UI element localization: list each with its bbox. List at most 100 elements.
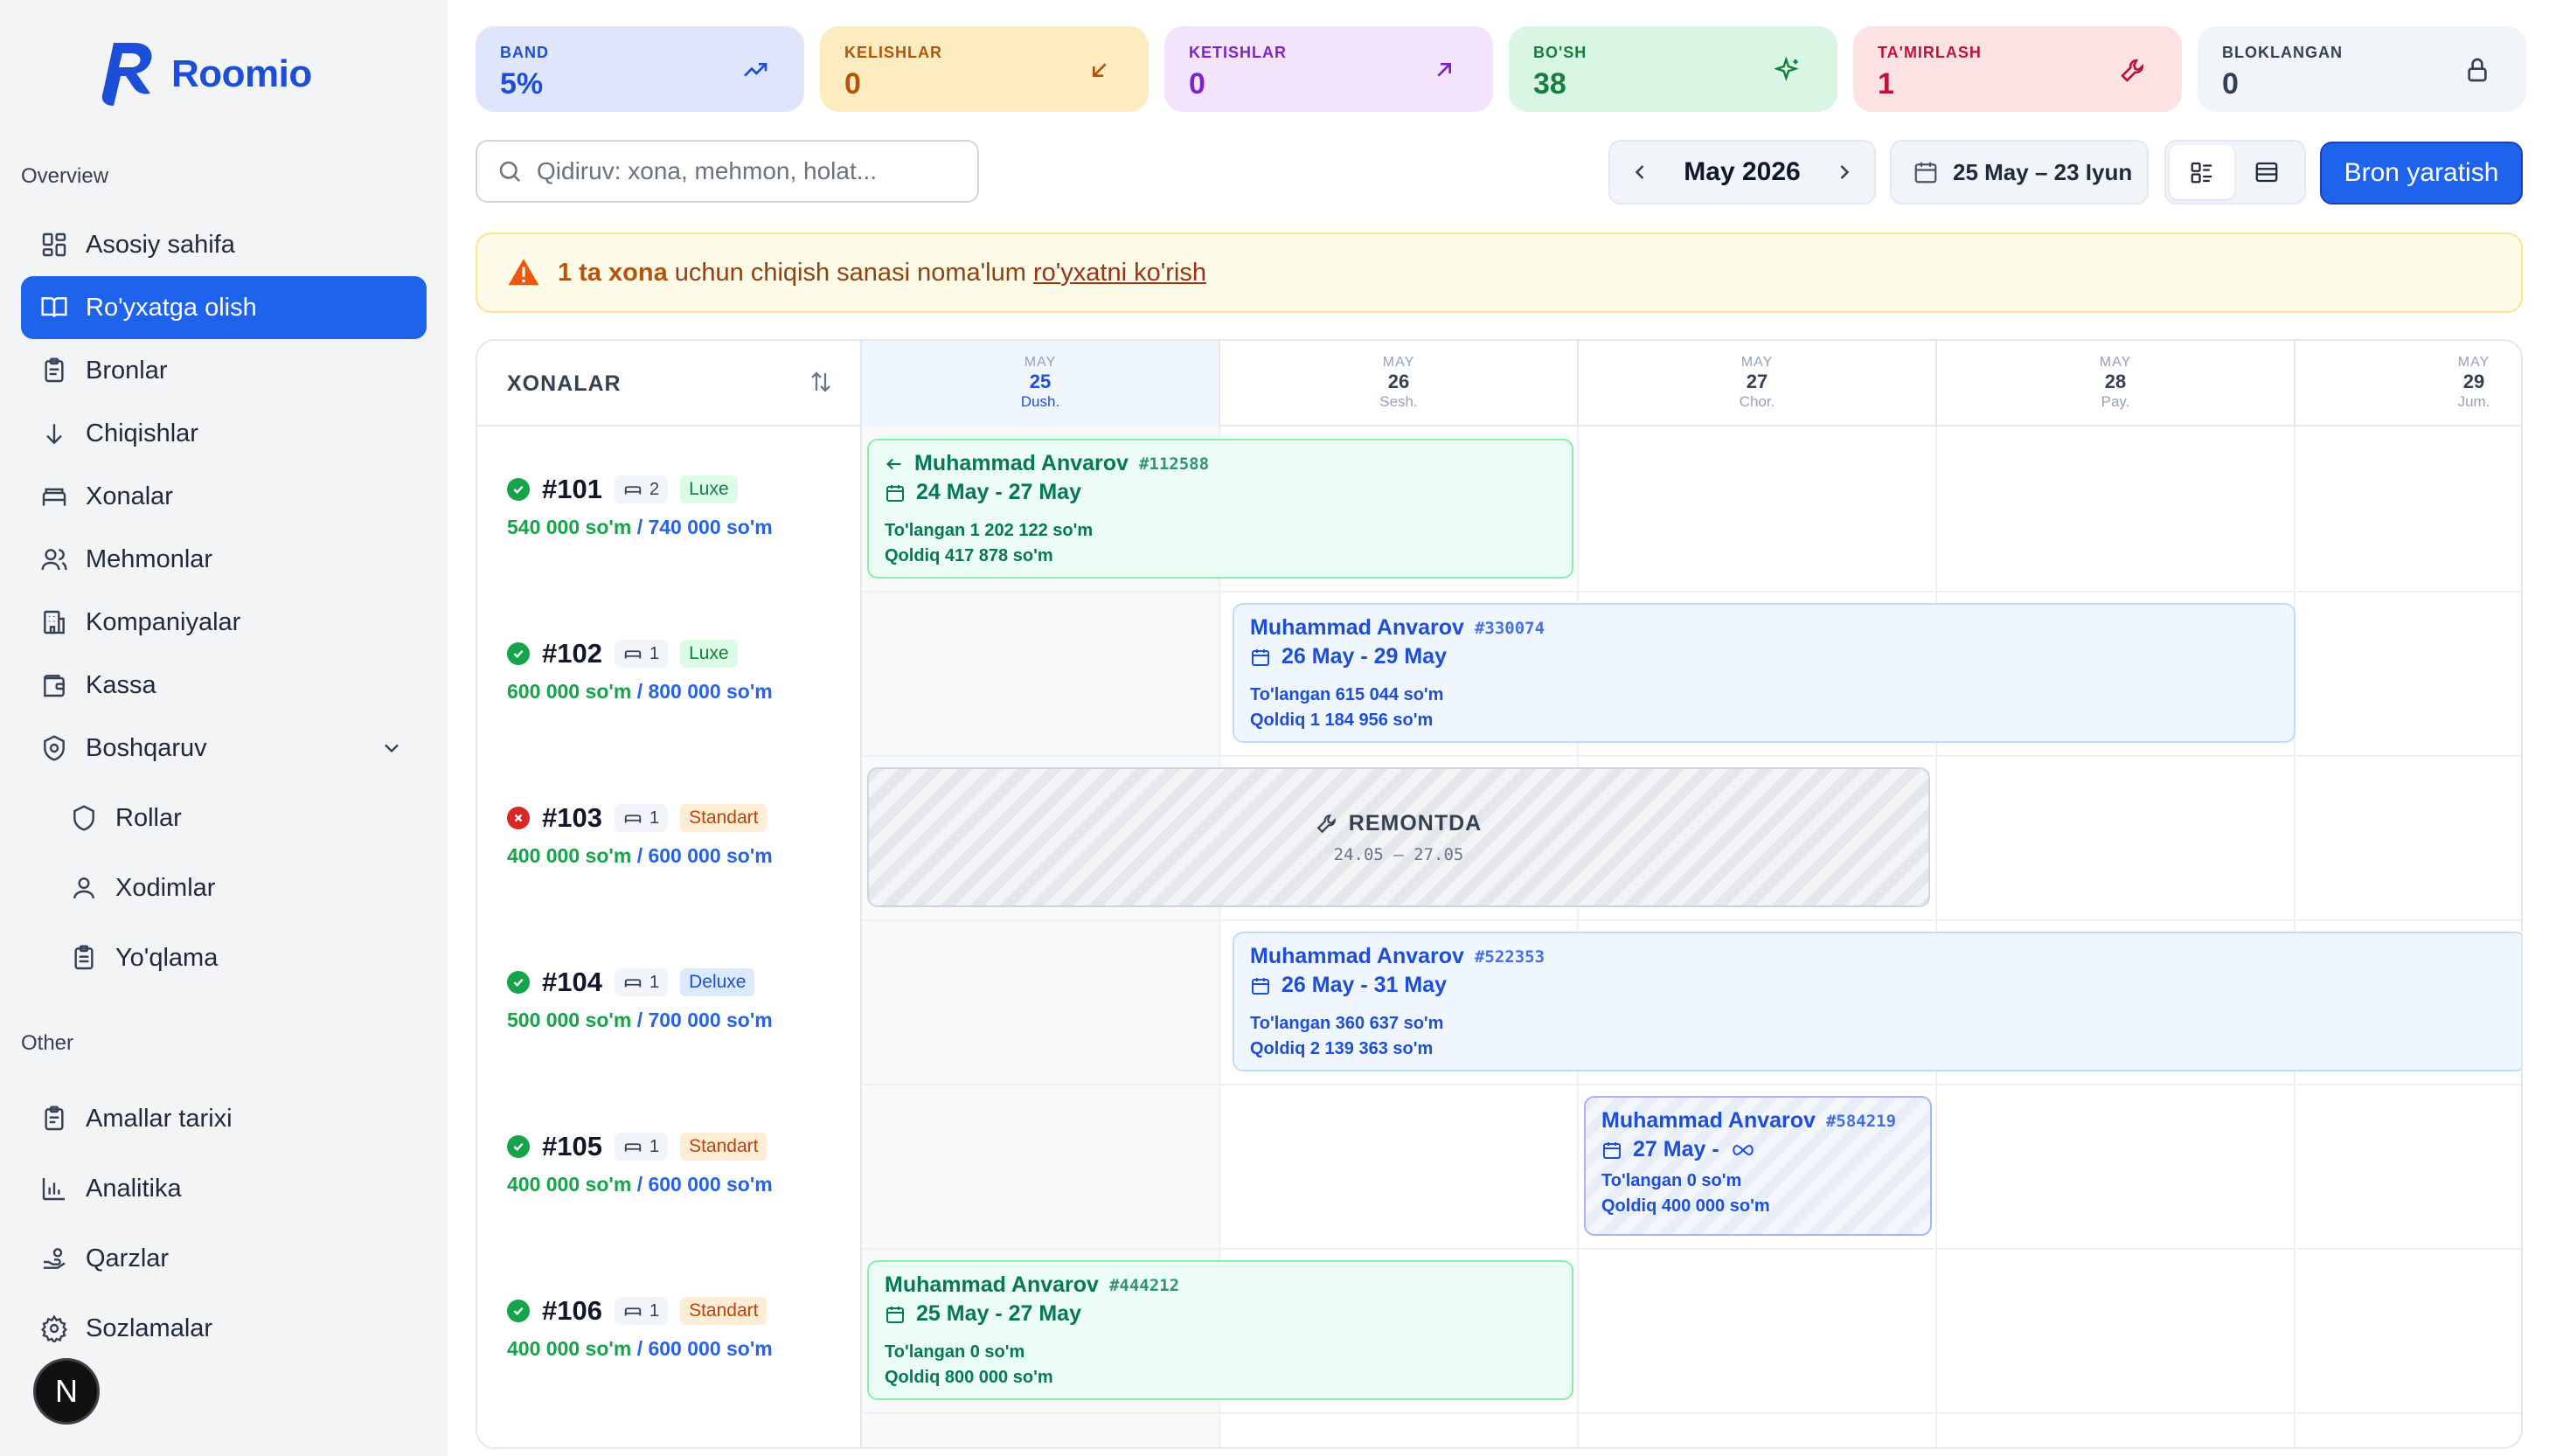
create-booking-button[interactable]: Bron yaratish bbox=[2320, 142, 2523, 205]
chevron-left-icon[interactable] bbox=[1628, 160, 1652, 184]
search-box[interactable] bbox=[476, 140, 979, 203]
stat-value: 5% bbox=[500, 67, 544, 101]
chevron-right-icon[interactable] bbox=[1832, 160, 1857, 184]
stat-label: KETISHLAR bbox=[1189, 44, 1287, 61]
date-range-picker[interactable]: 25 May – 23 Iyun bbox=[1890, 140, 2149, 205]
day-month: MAY bbox=[2457, 355, 2490, 370]
clipboard-check-icon bbox=[70, 944, 98, 972]
sidebar-item-staff[interactable]: Xodimlar bbox=[49, 856, 427, 919]
day-weekday: Dush. bbox=[1020, 393, 1060, 410]
lock-icon bbox=[2468, 58, 2487, 82]
beds-badge: 1 bbox=[614, 804, 669, 832]
sidebar-item-dashboard[interactable]: Asosiy sahifa bbox=[21, 213, 427, 276]
guest-name: Muhammad Anvarov bbox=[1250, 615, 1464, 640]
day-month: MAY bbox=[2099, 355, 2132, 370]
sidebar-item-analytics[interactable]: Analitika bbox=[21, 1157, 427, 1220]
sidebar-item-rooms[interactable]: Xonalar bbox=[21, 465, 427, 528]
sidebar-item-roles[interactable]: Rollar bbox=[49, 787, 427, 849]
price-current: 400 000 so'm bbox=[507, 844, 632, 867]
room-row-104[interactable]: #104 1 Deluxe 500 000 so'm / 700 000 so'… bbox=[507, 965, 857, 1032]
calendar-icon bbox=[1252, 648, 1269, 666]
shield-icon bbox=[70, 804, 98, 832]
room-row-101[interactable]: #101 2 Luxe 540 000 so'm / 740 000 so'm bbox=[507, 472, 857, 539]
sidebar-item-bookings[interactable]: Bronlar bbox=[21, 339, 427, 402]
price-full: / 600 000 so'm bbox=[636, 844, 773, 867]
sidebar-item-attendance[interactable]: Yo'qlama bbox=[49, 926, 427, 989]
alert-view-list-link[interactable]: ro'yxatni ko'rish bbox=[1033, 259, 1206, 287]
booking-id: #584219 bbox=[1825, 1111, 1897, 1131]
guest-name: Muhammad Anvarov bbox=[914, 451, 1129, 475]
room-row-105[interactable]: #105 1 Standart 400 000 so'm / 600 000 s… bbox=[507, 1129, 857, 1196]
room-type-badge: Standart bbox=[680, 804, 767, 832]
sidebar-item-label: Mehmonlar bbox=[86, 544, 213, 573]
chevron-down-icon[interactable] bbox=[379, 736, 404, 767]
booking-paid: To'langan 0 so'm bbox=[1601, 1171, 1742, 1190]
day-number: 25 bbox=[1029, 371, 1052, 392]
overview-section-label: Overview bbox=[21, 164, 109, 188]
room-price: 400 000 so'm / 600 000 so'm bbox=[507, 1337, 857, 1361]
price-current: 400 000 so'm bbox=[507, 1337, 632, 1360]
day-weekday: Jum. bbox=[2457, 393, 2490, 410]
sidebar-item-label: Xonalar bbox=[86, 482, 173, 510]
app-name: Roomio bbox=[171, 52, 312, 95]
room-timeline: XONALAR MAY 25 Dush. MAY 26 Sesh. MAY 27… bbox=[476, 339, 2523, 1449]
arrow-down-icon bbox=[40, 419, 68, 447]
day-month: MAY bbox=[1382, 355, 1415, 370]
sidebar-item-guests[interactable]: Mehmonlar bbox=[21, 528, 427, 591]
room-number: #101 bbox=[542, 474, 602, 504]
calendar-icon bbox=[1603, 1141, 1621, 1159]
booking-card[interactable]: Muhammad Anvarov #522353 26 May - 31 May … bbox=[1233, 932, 2521, 1071]
booking-paid: To'langan 360 637 so'm bbox=[1250, 1014, 1444, 1033]
dashboard-icon bbox=[40, 231, 68, 259]
day-number: 29 bbox=[2462, 371, 2485, 392]
beds-count: 2 bbox=[649, 479, 660, 499]
stat-label: BLOKLANGAN bbox=[2222, 44, 2343, 61]
room-row-106[interactable]: #106 1 Standart 400 000 so'm / 600 000 s… bbox=[507, 1293, 857, 1361]
day-header: MAY 29 Jum. bbox=[2295, 341, 2521, 426]
arrow-down-left-icon bbox=[1093, 63, 1107, 77]
day-header: MAY 27 Chor. bbox=[1579, 341, 1937, 426]
sidebar-item-companies[interactable]: Kompaniyalar bbox=[21, 591, 427, 654]
search-input[interactable] bbox=[537, 157, 956, 185]
alert-count: 1 ta xona bbox=[558, 258, 668, 287]
user-avatar[interactable]: N bbox=[33, 1358, 100, 1425]
infinity-icon bbox=[1732, 1144, 1754, 1155]
guest-name: Muhammad Anvarov bbox=[1250, 944, 1464, 968]
sidebar-item-management[interactable]: Boshqaruv bbox=[21, 717, 427, 780]
sidebar-item-history[interactable]: Amallar tarixi bbox=[21, 1087, 427, 1150]
day-header: MAY 25 Dush. bbox=[862, 341, 1220, 426]
sort-icon[interactable] bbox=[808, 369, 834, 395]
booking-balance: Qoldiq 2 139 363 so'm bbox=[1250, 1039, 1434, 1058]
stat-label: KELISHLAR bbox=[844, 44, 942, 61]
table-view-button[interactable] bbox=[2234, 145, 2299, 199]
booking-card-open-ended[interactable]: Muhammad Anvarov #584219 27 May - To'lang… bbox=[1584, 1096, 1932, 1236]
bed-icon bbox=[624, 486, 642, 495]
timeline-view-button[interactable] bbox=[2170, 145, 2234, 199]
user-icon bbox=[70, 874, 98, 902]
beds-count: 1 bbox=[649, 972, 660, 992]
booking-card[interactable]: Muhammad Anvarov #330074 26 May - 29 May … bbox=[1233, 603, 2295, 743]
sidebar-item-label: Chiqishlar bbox=[86, 419, 198, 447]
booking-id: #522353 bbox=[1474, 946, 1545, 967]
booking-card[interactable]: Muhammad Anvarov #112588 24 May - 27 May … bbox=[867, 439, 1573, 579]
bar-chart-icon bbox=[40, 1175, 68, 1203]
app-logo[interactable]: Roomio bbox=[98, 35, 312, 114]
stat-value: 0 bbox=[844, 67, 861, 101]
sidebar-item-debts[interactable]: Qarzlar bbox=[21, 1227, 427, 1290]
trending-up-icon bbox=[744, 63, 767, 77]
room-row-103[interactable]: #103 1 Standart 400 000 so'm / 600 000 s… bbox=[507, 801, 857, 868]
sidebar-item-registration[interactable]: Ro'yxatga olish bbox=[21, 276, 427, 339]
sidebar-item-checkouts[interactable]: Chiqishlar bbox=[21, 402, 427, 465]
maintenance-block[interactable]: REMONTDA 24.05 – 27.05 bbox=[867, 767, 1930, 907]
roomio-logo-icon bbox=[101, 43, 152, 106]
booking-card[interactable]: Muhammad Anvarov #444212 25 May - 27 May … bbox=[867, 1260, 1573, 1400]
room-row-102[interactable]: #102 1 Luxe 600 000 so'm / 800 000 so'm bbox=[507, 636, 857, 704]
room-price: 500 000 so'm / 700 000 so'm bbox=[507, 1009, 857, 1032]
alert-text: 1 ta xona uchun chiqish sanasi noma'lum … bbox=[558, 259, 1206, 288]
room-price: 400 000 so'm / 600 000 so'm bbox=[507, 844, 857, 868]
room-price: 540 000 so'm / 740 000 so'm bbox=[507, 516, 857, 539]
sidebar-item-settings[interactable]: Sozlamalar bbox=[21, 1297, 427, 1360]
booking-id: #112588 bbox=[1138, 454, 1210, 474]
day-weekday: Chor. bbox=[1739, 393, 1775, 410]
sidebar-item-cashbox[interactable]: Kassa bbox=[21, 654, 427, 717]
